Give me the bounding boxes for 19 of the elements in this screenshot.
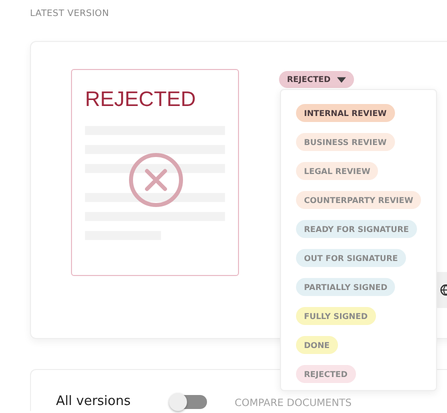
compare-label: COMPARE DOCUMENTS	[234, 397, 352, 410]
status-option[interactable]: DONE	[296, 336, 338, 354]
status-option[interactable]: LEGAL REVIEW	[296, 162, 378, 180]
status-option[interactable]: READY FOR SIGNATURE	[296, 220, 417, 238]
status-option[interactable]: BUSINESS REVIEW	[296, 133, 395, 151]
compare-toggle[interactable]	[170, 395, 207, 409]
document-status-title: REJECTED	[85, 88, 197, 112]
caret-icon	[336, 76, 346, 82]
status-option[interactable]: OUT FOR SIGNATURE	[296, 249, 406, 267]
status-option[interactable]: FULLY SIGNED	[296, 307, 376, 325]
section-label: LATEST VERSION	[30, 8, 110, 20]
status-option[interactable]: PARTIALLY SIGNED	[296, 278, 396, 296]
rejected-circle-x-icon	[128, 152, 184, 208]
document-preview[interactable]: REJECTED	[71, 69, 239, 276]
status-dropdown[interactable]: REJECTED	[279, 71, 354, 88]
status-option[interactable]: INTERNAL REVIEW	[296, 104, 395, 122]
versions-title: All versions	[56, 394, 131, 410]
status-option[interactable]: REJECTED	[296, 365, 356, 383]
status-option[interactable]: COUNTERPARTY REVIEW	[296, 191, 422, 209]
